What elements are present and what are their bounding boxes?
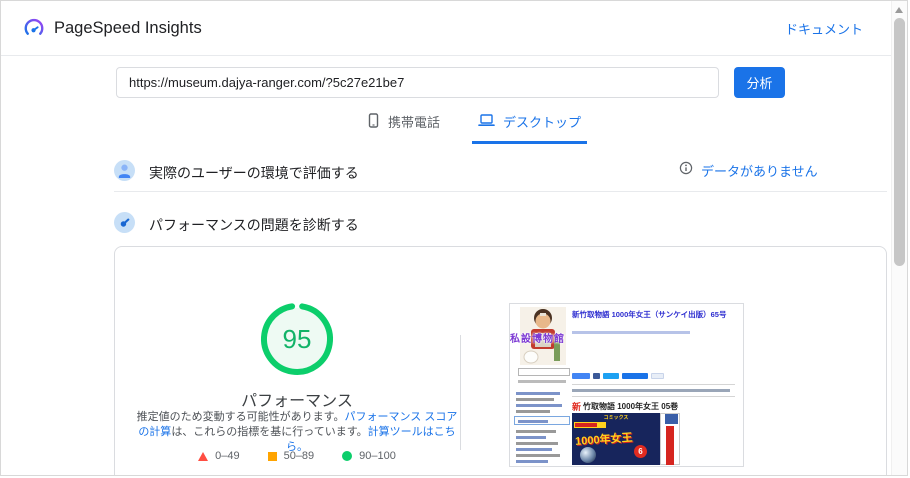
thumb-divider-1: [572, 384, 735, 385]
score-disclaimer: 推定値のため変動する可能性があります。パフォーマンス スコアの計算は、これらの指…: [132, 410, 462, 455]
thumb-post-meta-bar: [572, 331, 690, 334]
device-tabs: 携帯電話 デスクトップ: [361, 108, 588, 144]
legend-range-good: 90–100: [359, 450, 396, 462]
scrollbar-thumb[interactable]: [893, 18, 905, 266]
score-legend: 0–49 50–89 90–100: [132, 450, 462, 462]
documentation-link[interactable]: ドキュメント: [785, 19, 863, 38]
performance-label: パフォーマンス: [241, 393, 353, 410]
thumb-sidebar-link-bar: [516, 436, 546, 439]
performance-score-value: 95: [282, 323, 312, 354]
thumb-share-buttons: [572, 373, 732, 379]
cover-header-text: コミックス: [603, 415, 629, 421]
article-heading-text: 竹取物語 1000年女王 05巻: [583, 401, 679, 411]
user-environment-icon: [114, 160, 135, 186]
thumb-post-title: 新竹取物語 1000年女王（サンケイ出版）65号: [572, 310, 727, 319]
thumb-search-box: [518, 368, 570, 376]
cover-banner: [574, 422, 606, 428]
info-icon: [679, 161, 693, 180]
thumb-sidebar-link-bar: [516, 460, 548, 463]
manga-cover-image: コミックス 1000年女王 6: [572, 413, 680, 465]
thumb-sidebar-link-bar: [516, 448, 552, 451]
field-data-section-title: 実際のユーザーの環境で評価する: [149, 165, 359, 181]
thumb-article-heading: 新 竹取物語 1000年女王 05巻: [572, 401, 737, 412]
page-screenshot-thumbnail[interactable]: 私設博物館 新竹取物語 1000年女王（サンケイ出版）65号 新 竹取物語 10…: [509, 303, 744, 467]
cover-title-text: 1000年女王: [574, 431, 633, 448]
thumb-sidebar-link-bar: [516, 392, 560, 395]
manga-cover-front: コミックス 1000年女王 6: [572, 413, 660, 465]
thumb-divider-2: [572, 396, 735, 397]
app-header: PageSpeed Insights ドキュメント: [1, 1, 907, 56]
thumb-sidebar-link-bar: [516, 404, 562, 407]
thumb-sidebar-link-bar: [516, 454, 560, 457]
cover-earth-art: [580, 447, 596, 463]
tab-desktop-label: デスクトップ: [503, 115, 582, 130]
new-badge: 新: [572, 401, 582, 412]
tab-mobile-label: 携帯電話: [388, 115, 441, 130]
legend-item-average: 50–89: [267, 450, 315, 462]
pagespeed-logo-icon: [23, 17, 45, 39]
speedometer-icon: [114, 212, 135, 238]
tab-mobile[interactable]: 携帯電話: [361, 108, 446, 144]
mobile-icon: [367, 112, 380, 131]
thumb-links-bar: [572, 389, 730, 392]
scrollbar[interactable]: [891, 1, 907, 475]
thumb-sidebar-link-bar: [516, 398, 554, 401]
tab-desktop[interactable]: デスクトップ: [472, 108, 588, 144]
thumb-search-meta-bar: [518, 380, 566, 383]
red-triangle-icon: [198, 451, 209, 461]
thumb-sidebar-highlight-box: [514, 416, 570, 425]
spine-logo-block: [665, 414, 678, 424]
thumb-sidebar-link-bar: [516, 442, 558, 445]
url-input[interactable]: [116, 67, 719, 98]
scrollbar-up-arrow-icon[interactable]: [895, 7, 903, 13]
disclaimer-text-1: 推定値のため変動する可能性があります。: [136, 411, 345, 423]
disclaimer-text-2: は、これらの指標を基に行っています。: [171, 426, 368, 438]
section-divider: [114, 191, 887, 192]
spine-red-strip: [666, 426, 674, 465]
legend-item-good: 90–100: [342, 450, 396, 462]
desktop-icon: [478, 113, 495, 130]
green-circle-icon: [342, 451, 353, 461]
pagespeed-insights-window: PageSpeed Insights ドキュメント 分析 携帯電話 デスクトップ: [0, 0, 908, 476]
cover-volume-badge: 6: [634, 445, 647, 458]
no-data-status-label: データがありません: [701, 164, 818, 179]
performance-report-card: 95 パフォーマンス 推定値のため変動する可能性があります。パフォーマンス スコ…: [114, 246, 887, 475]
no-data-status[interactable]: データがありません: [679, 161, 818, 180]
analyze-button[interactable]: 分析: [734, 67, 785, 98]
legend-item-poor: 0–49: [198, 450, 240, 462]
thumb-sidebar-link-bar: [516, 410, 550, 413]
page-title: PageSpeed Insights: [54, 18, 202, 37]
thumb-sidebar-link-bar: [516, 430, 556, 433]
diagnose-section-header: パフォーマンスの問題を診断する: [114, 212, 359, 238]
legend-range-poor: 0–49: [215, 450, 240, 462]
orange-square-icon: [267, 451, 277, 461]
legend-range-average: 50–89: [283, 450, 315, 462]
performance-score-gauge[interactable]: 95: [259, 301, 335, 377]
diagnose-section-title: パフォーマンスの問題を診断する: [149, 217, 359, 233]
field-data-section-header: 実際のユーザーの環境で評価する: [114, 160, 359, 186]
card-column-divider: [460, 335, 461, 450]
